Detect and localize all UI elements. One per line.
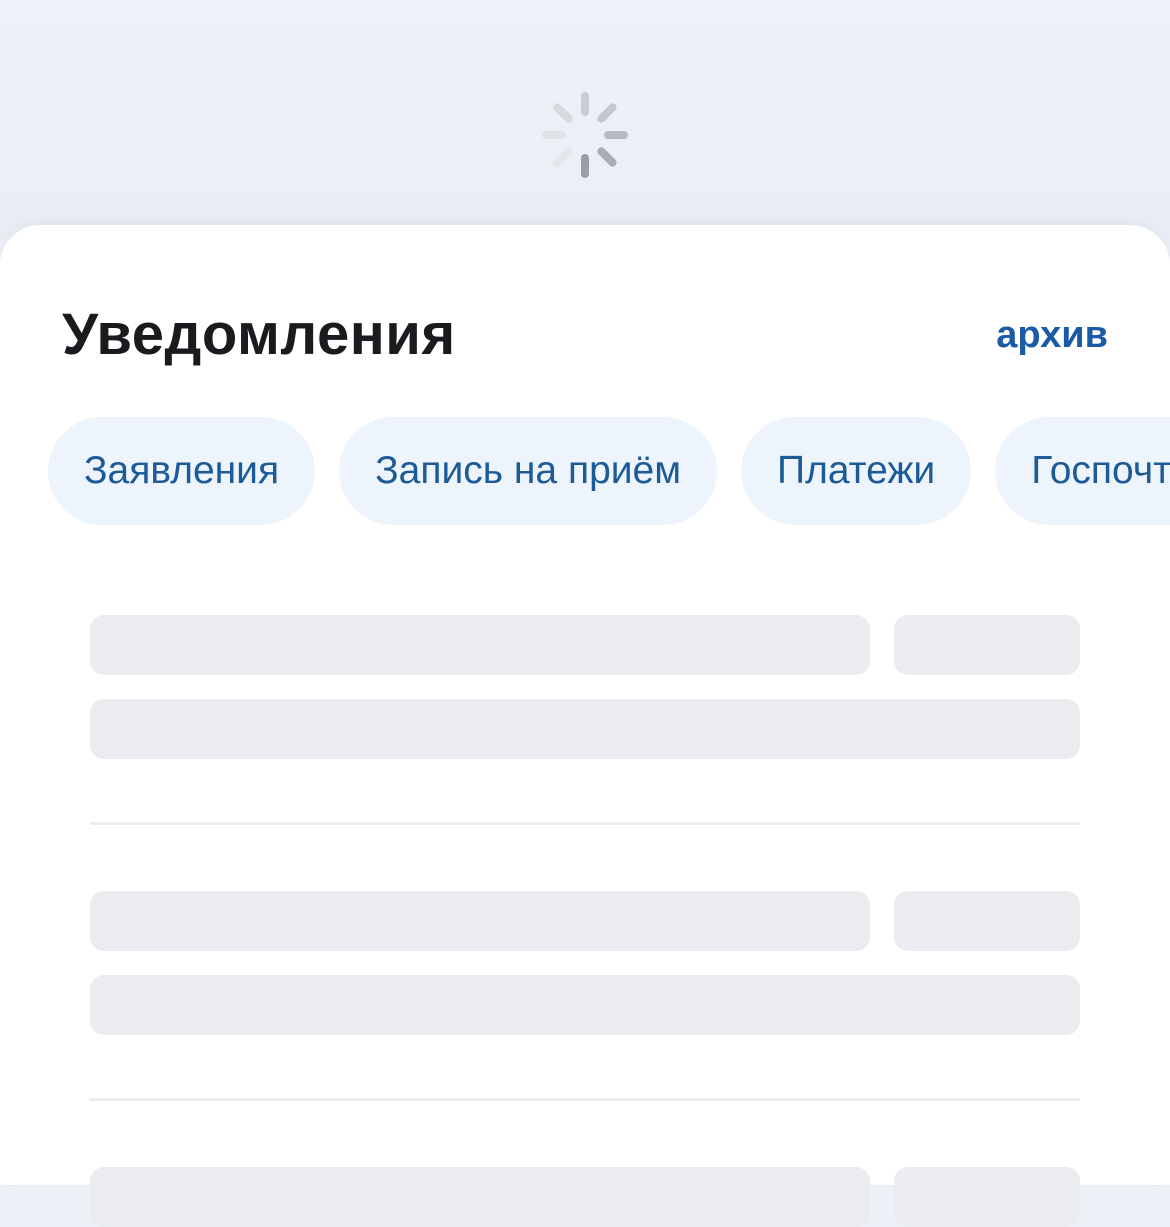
divider: [90, 1098, 1080, 1101]
chip-payments[interactable]: Платежи: [741, 417, 972, 525]
divider: [90, 822, 1080, 825]
chip-gospochta[interactable]: Госпочта: [995, 417, 1170, 525]
skeleton-line: [894, 891, 1080, 951]
skeleton-line: [90, 891, 870, 951]
loading-area: [0, 0, 1170, 240]
filter-chips: ЗаявленияЗапись на приёмПлатежиГоспочта: [48, 417, 1170, 525]
chip-appointment[interactable]: Запись на приём: [339, 417, 718, 525]
chip-applications[interactable]: Заявления: [48, 417, 316, 525]
skeleton-line: [894, 1167, 1080, 1227]
skeleton-line: [90, 615, 870, 675]
spinner-icon: [542, 92, 628, 178]
page-title: Уведомления: [62, 302, 456, 367]
notifications-sheet: Уведомления архив Заявления Запись на при…: [0, 225, 1170, 1227]
skeleton-line: [894, 615, 1080, 675]
skeleton-line: [90, 699, 1080, 759]
skeleton-line: [90, 1167, 870, 1227]
archive-link[interactable]: архив: [996, 313, 1108, 357]
skeleton-line: [90, 975, 1080, 1035]
